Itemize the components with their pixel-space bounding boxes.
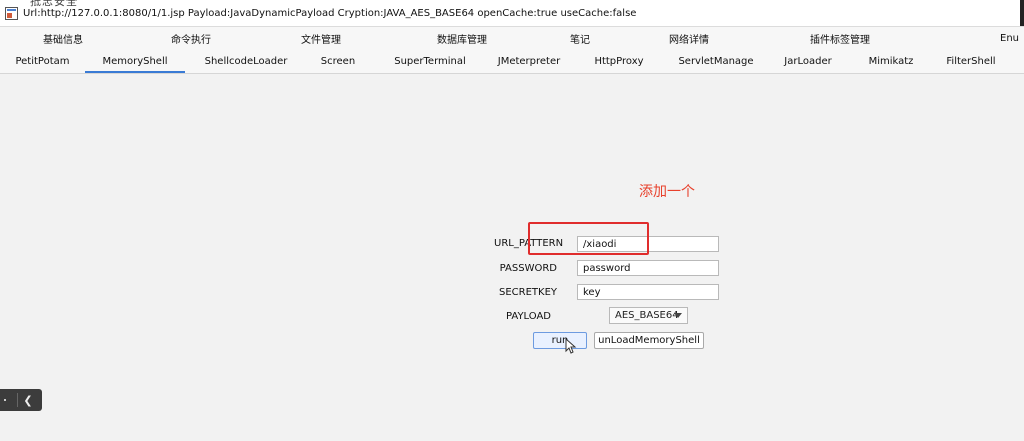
tab-command-exec[interactable]: 命令执行 — [158, 27, 224, 49]
run-button[interactable]: run — [533, 332, 587, 349]
unload-memoryshell-button[interactable]: unLoadMemoryShell — [594, 332, 704, 349]
tab-bar-plugins: PetitPotam MemoryShell ShellcodeLoader S… — [0, 49, 1024, 74]
chevron-left-icon[interactable]: ❮ — [21, 393, 35, 407]
tab-database-manage[interactable]: 数据库管理 — [426, 27, 498, 49]
tab-file-manage[interactable]: 文件管理 — [288, 27, 354, 49]
password-input[interactable] — [577, 260, 719, 276]
tab-httpproxy[interactable]: HttpProxy — [584, 49, 654, 73]
app-icon — [5, 6, 18, 20]
overlay-watermark-text: 抵忠安全 — [30, 0, 78, 8]
annotation-text: 添加一个 — [639, 184, 695, 200]
tab-notes[interactable]: 笔记 — [560, 27, 600, 49]
chevron-down-icon — [674, 313, 682, 318]
tab-plugin-tag-manage[interactable]: 插件标签管理 — [800, 27, 880, 49]
tab-shellcodeloader[interactable]: ShellcodeLoader — [195, 49, 297, 73]
tab-bar-primary: 基础信息 命令执行 文件管理 数据库管理 笔记 网络详情 插件标签管理 Enu — [0, 27, 1024, 49]
password-label: PASSWORD — [499, 263, 557, 274]
mouse-cursor-icon — [565, 338, 577, 354]
payload-selected-value: AES_BASE64 — [615, 310, 679, 321]
tab-mimikatz[interactable]: Mimikatz — [860, 49, 922, 73]
secretkey-input[interactable] — [577, 284, 719, 300]
url-pattern-input[interactable] — [577, 236, 719, 252]
url-pattern-label: URL_PATTERN — [494, 238, 564, 249]
tab-servletmanage[interactable]: ServletManage — [674, 49, 758, 73]
window-title: Url:http://127.0.0.1:8080/1/1.jsp Payloa… — [23, 7, 637, 19]
payload-select[interactable]: AES_BASE64 — [609, 307, 688, 324]
tab-enum[interactable]: Enu — [1000, 27, 1024, 49]
tab-superterminal[interactable]: SuperTerminal — [382, 49, 478, 73]
payload-label: PAYLOAD — [505, 311, 551, 322]
handle-dot — [4, 399, 6, 401]
tab-petitpotam[interactable]: PetitPotam — [0, 49, 85, 73]
memoryshell-panel — [0, 74, 1024, 441]
secretkey-label: SECRETKEY — [498, 287, 557, 298]
tab-basic-info[interactable]: 基础信息 — [30, 27, 96, 49]
tab-screen[interactable]: Screen — [306, 49, 370, 73]
handle-separator — [17, 393, 18, 407]
tab-filtershell[interactable]: FilterShell — [938, 49, 1004, 73]
side-collapse-handle[interactable]: ❮ — [0, 389, 42, 411]
titlebar-edge — [1020, 0, 1024, 26]
tab-jarloader[interactable]: JarLoader — [776, 49, 840, 73]
tab-jmeterpreter[interactable]: JMeterpreter — [488, 49, 570, 73]
tab-memoryshell[interactable]: MemoryShell — [85, 49, 185, 73]
tab-network-detail[interactable]: 网络详情 — [656, 27, 722, 49]
window-titlebar: Url:http://127.0.0.1:8080/1/1.jsp Payloa… — [0, 0, 1024, 27]
